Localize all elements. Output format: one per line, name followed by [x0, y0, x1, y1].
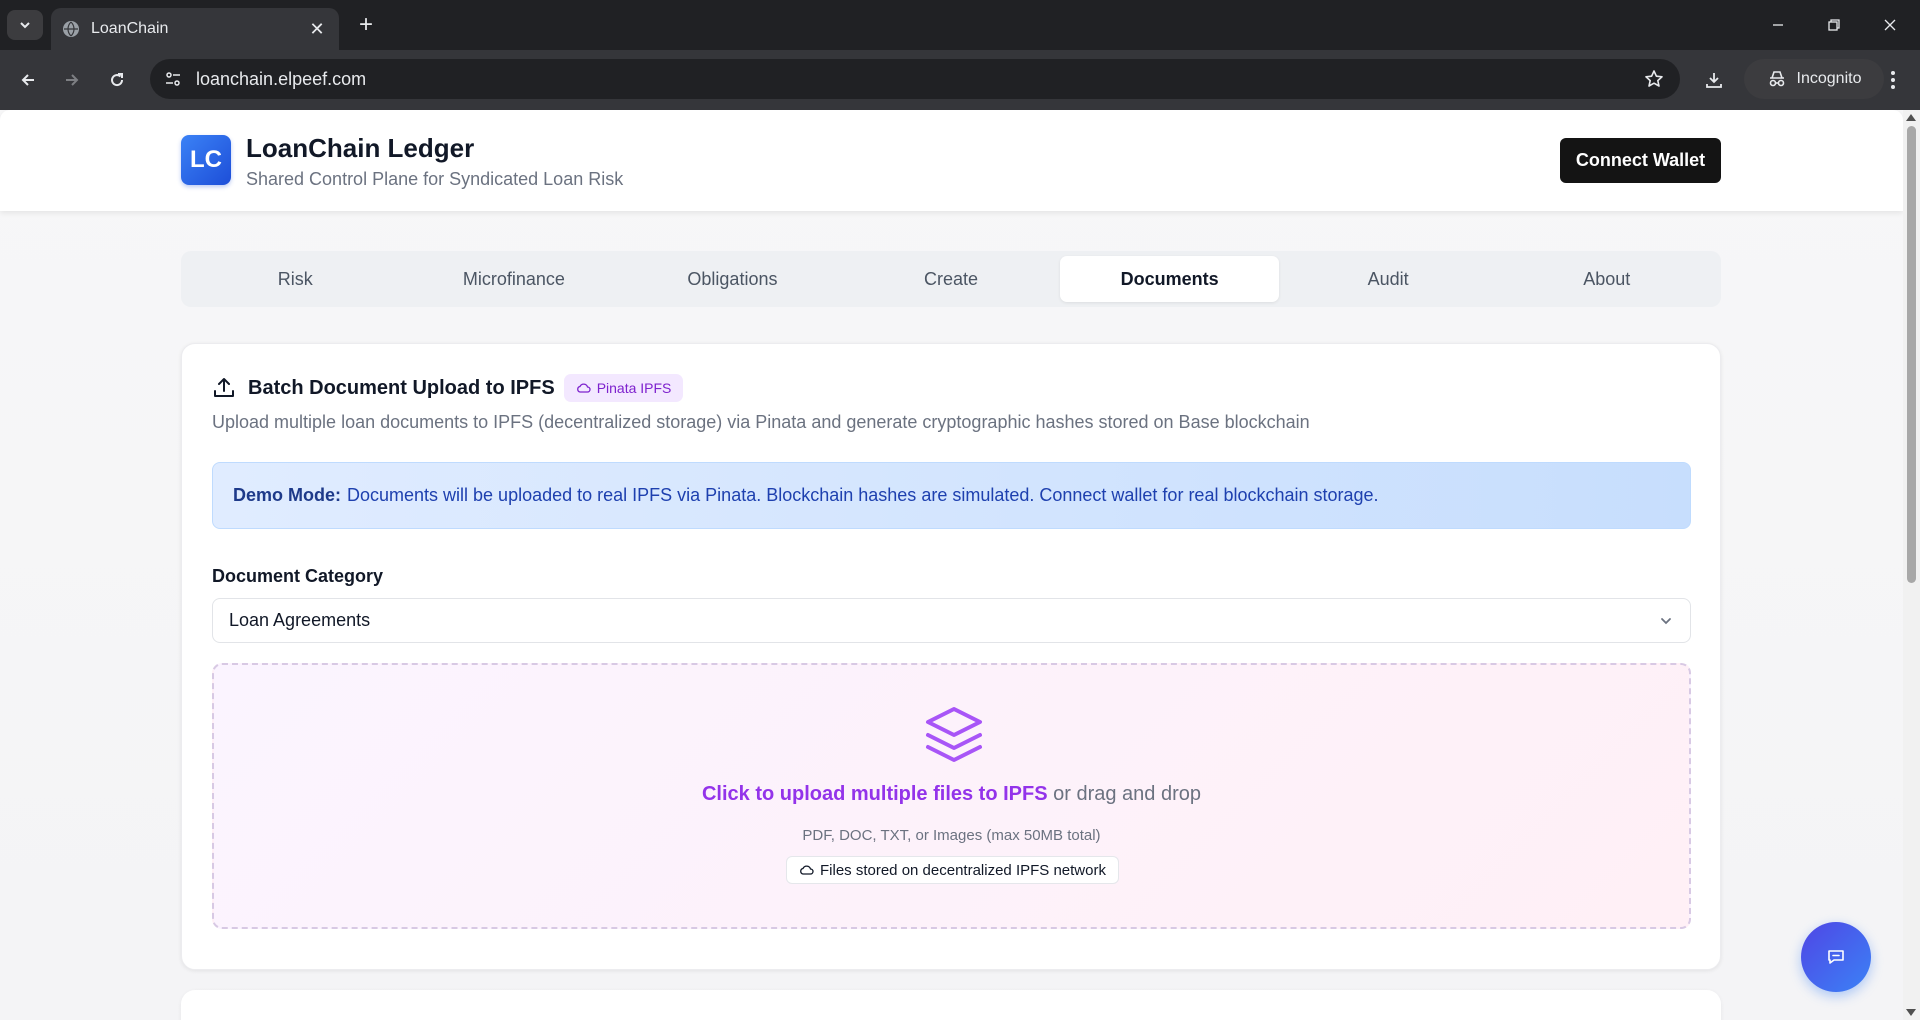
incognito-indicator[interactable]: Incognito — [1744, 59, 1884, 99]
connect-wallet-button[interactable]: Connect Wallet — [1560, 138, 1721, 183]
upload-link[interactable]: Click to upload multiple files to IPFS — [702, 783, 1048, 805]
section-tabs: Risk Microfinance Obligations Create Doc… — [181, 251, 1721, 307]
scroll-up-icon[interactable] — [1906, 114, 1916, 121]
tab-search-button[interactable] — [7, 10, 43, 40]
card-title: Batch Document Upload to IPFS — [248, 376, 555, 399]
browser-menu-icon[interactable] — [1877, 64, 1909, 96]
tab-audit[interactable]: Audit — [1279, 256, 1498, 302]
browser-tabbar: LoanChain ✕ + — [0, 0, 1920, 50]
chat-button[interactable] — [1801, 922, 1871, 992]
close-tab-icon[interactable]: ✕ — [307, 19, 327, 40]
chevron-down-icon — [20, 22, 30, 29]
demo-mode-label: Demo Mode: — [233, 485, 341, 505]
tab-title: LoanChain — [91, 20, 169, 37]
chat-icon — [1828, 950, 1844, 964]
site-settings-icon[interactable] — [158, 64, 188, 94]
upload-icon — [214, 378, 234, 397]
ipfs-storage-badge: Files stored on decentralized IPFS netwo… — [786, 856, 1119, 884]
close-window-icon[interactable] — [1866, 8, 1914, 42]
tab-documents[interactable]: Documents — [1060, 256, 1279, 302]
demo-mode-text: Documents will be uploaded to real IPFS … — [347, 485, 1379, 505]
minimize-icon[interactable] — [1754, 8, 1802, 42]
file-type-hint: PDF, DOC, TXT, or Images (max 50MB total… — [802, 827, 1101, 844]
ipfs-storage-label: Files stored on decentralized IPFS netwo… — [820, 861, 1106, 879]
card-description: Upload multiple loan documents to IPFS (… — [212, 412, 1310, 432]
app-header: LC LoanChain Ledger Shared Control Plane… — [0, 110, 1903, 211]
restore-icon[interactable] — [1810, 8, 1858, 42]
file-dropzone[interactable]: Click to upload multiple files to IPFS o… — [212, 663, 1691, 929]
document-category-label: Document Category — [212, 566, 384, 586]
page-scrollbar[interactable] — [1903, 110, 1920, 1020]
app-subtitle: Shared Control Plane for Syndicated Loan… — [246, 169, 624, 189]
incognito-label: Incognito — [1796, 70, 1862, 87]
next-section-card — [181, 990, 1721, 1020]
download-icon[interactable] — [1698, 64, 1730, 96]
app-title: LoanChain Ledger — [246, 133, 475, 163]
scroll-down-icon[interactable] — [1906, 1009, 1916, 1016]
address-bar[interactable]: loanchain.elpeef.com — [150, 59, 1680, 99]
url-text: loanchain.elpeef.com — [196, 68, 367, 89]
new-tab-button[interactable]: + — [352, 12, 380, 40]
incognito-icon — [1769, 71, 1784, 87]
document-category-value: Loan Agreements — [229, 610, 371, 630]
tab-create[interactable]: Create — [842, 256, 1061, 302]
tab-risk[interactable]: Risk — [186, 256, 405, 302]
tab-about[interactable]: About — [1497, 256, 1716, 302]
demo-mode-alert: Demo Mode: Documents will be uploaded to… — [212, 462, 1691, 529]
dropzone-instructions: Click to upload multiple files to IPFS o… — [214, 783, 1689, 806]
layers-icon — [926, 707, 982, 762]
cloud-icon — [800, 865, 814, 875]
card-header: Batch Document Upload to IPFS Pinata IPF… — [212, 374, 684, 402]
browser-tab[interactable]: LoanChain ✕ — [51, 8, 339, 50]
cloud-icon — [576, 383, 591, 393]
bookmark-star-icon[interactable] — [1636, 61, 1672, 97]
pinata-badge-label: Pinata IPFS — [596, 380, 672, 396]
drag-drop-text: or drag and drop — [1047, 783, 1202, 805]
pinata-badge: Pinata IPFS — [563, 374, 684, 402]
page-viewport: LC LoanChain Ledger Shared Control Plane… — [0, 110, 1920, 1020]
back-icon[interactable] — [12, 64, 44, 96]
scrollbar-thumb[interactable] — [1907, 126, 1916, 583]
globe-icon — [63, 21, 79, 37]
browser-toolbar: loanchain.elpeef.com Incognito — [0, 50, 1920, 110]
chevron-down-icon — [1661, 617, 1671, 624]
batch-upload-card: Batch Document Upload to IPFS Pinata IPF… — [181, 343, 1721, 970]
app-logo: LC — [181, 135, 231, 185]
tab-microfinance[interactable]: Microfinance — [405, 256, 624, 302]
forward-icon[interactable] — [56, 64, 88, 96]
document-category-select[interactable]: Loan Agreements — [212, 598, 1691, 643]
tab-obligations[interactable]: Obligations — [623, 256, 842, 302]
reload-icon[interactable] — [101, 64, 133, 96]
